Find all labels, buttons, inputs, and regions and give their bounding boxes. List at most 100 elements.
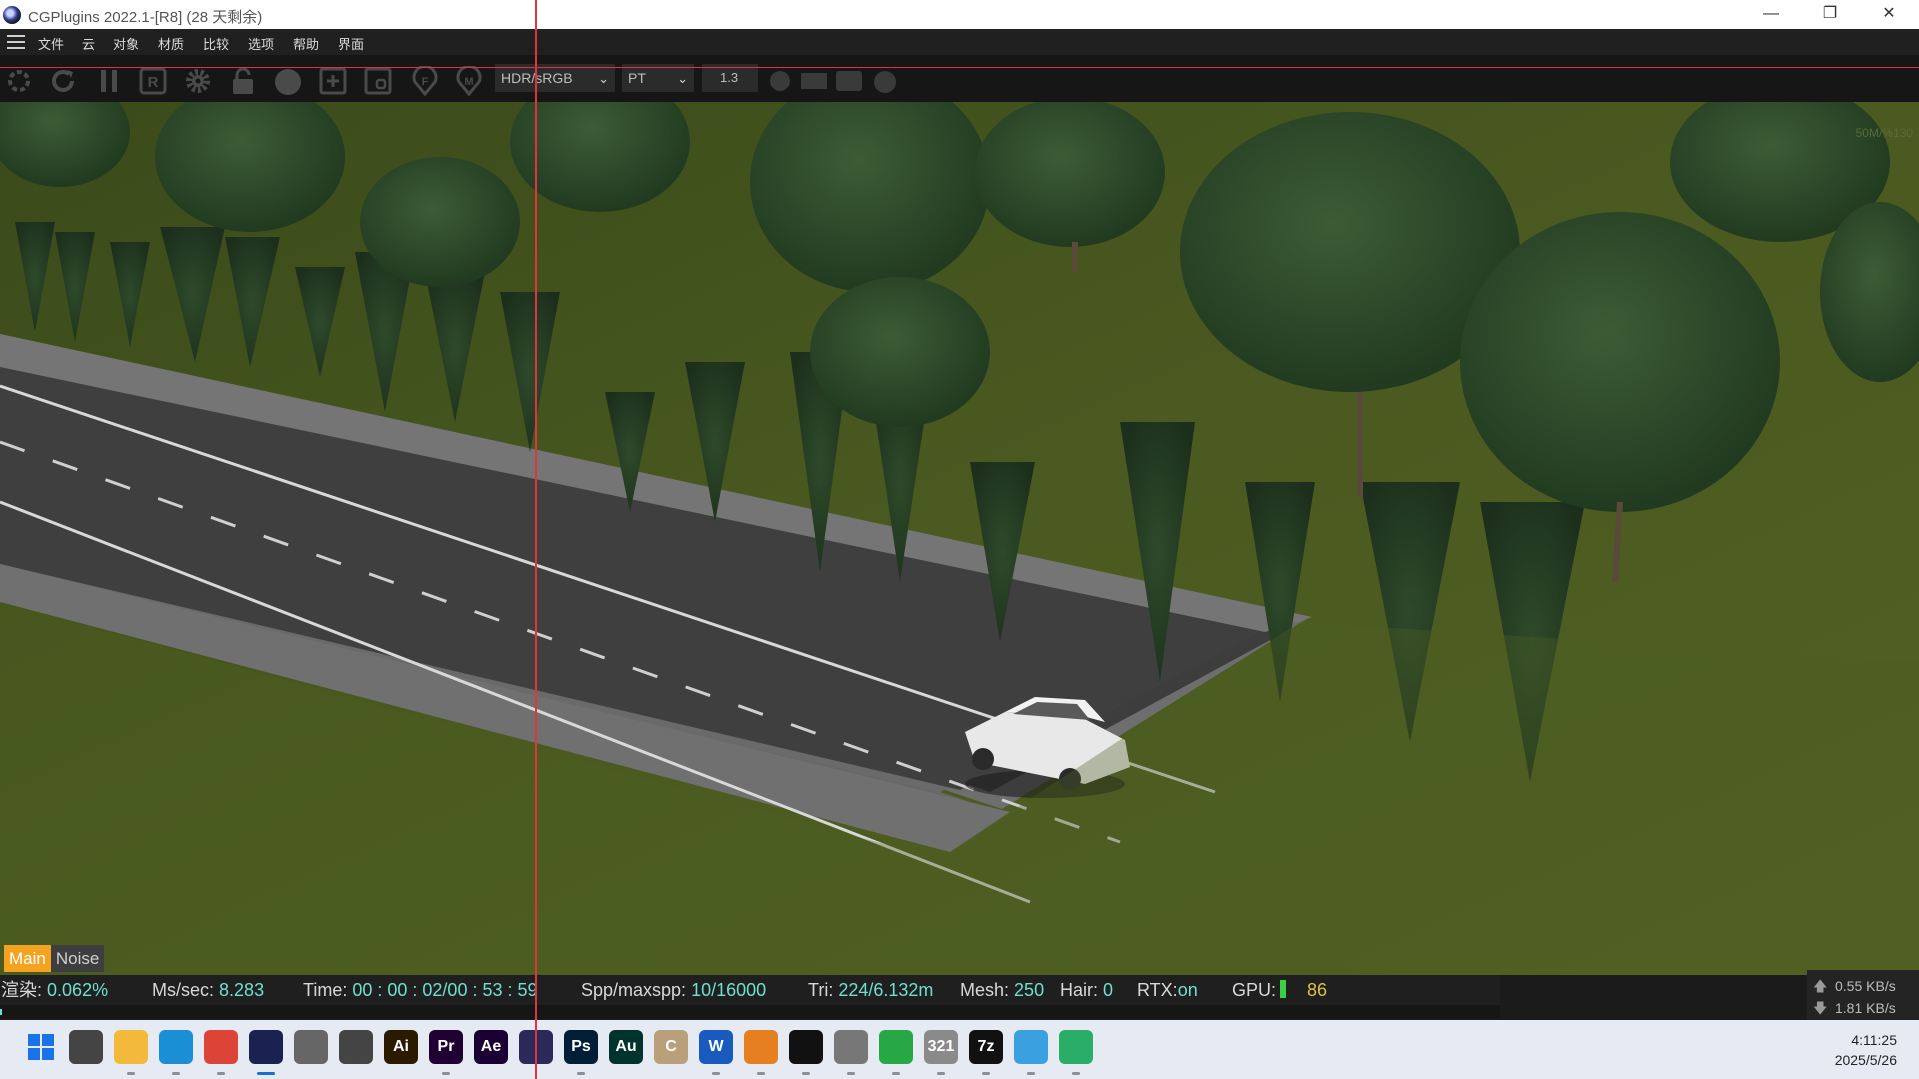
menu-compare[interactable]: 比较 [203,34,229,53]
lock-icon[interactable] [228,66,258,96]
menu-file[interactable]: 文件 [38,34,64,53]
render-progress-stat: 渲染: 0.062% [1,975,108,1005]
tri-label: Tri: [808,980,834,1000]
viewport-corner-text: 50M/%130 [1855,126,1913,140]
download-arrow-icon: 🡇 [1813,1000,1828,1016]
record-icon[interactable] [770,71,790,91]
render-start-icon[interactable] [4,66,34,96]
kernel-select[interactable]: PT ⌄ [622,64,694,92]
screen-icon[interactable] [801,73,827,89]
menu-bar: 文件 云 对象 材质 比较 选项 帮助 界面 [0,29,1919,55]
add-node-icon[interactable] [318,66,348,96]
toolbar: R F M HDR/sRGB ⌄ PT ⌄ 1.3 [0,55,1919,102]
title-bar: CGPlugins 2022.1-[R8] (28 天剩余) — ❐ ✕ [0,0,1919,29]
word-icon[interactable]: W [699,1030,733,1064]
region-render-icon[interactable]: R [138,66,168,96]
running-indicator [937,1072,945,1075]
running-indicator [1027,1072,1035,1075]
mesh-value: 250 [1014,980,1045,1000]
circle-tool-icon[interactable] [874,71,896,93]
gpu-stat: GPU: 86 [1232,975,1327,1005]
time-value: 00 : 00 : 02/00 : 53 : 59 [352,980,538,1000]
material-sphere-icon[interactable] [273,66,303,96]
value-field[interactable]: 1.3 [702,64,758,92]
time-label: Time: [303,980,348,1000]
clock-date: 2025/5/26 [1834,1052,1897,1068]
gpu-label: GPU: [1232,980,1277,1000]
hair-value: 0 [1103,980,1114,1000]
cinema4d-icon[interactable] [249,1030,283,1064]
system-clock[interactable]: 4:11:25 2025/5/26 [1835,1030,1897,1070]
menu-interface[interactable]: 界面 [338,34,364,53]
render-progress-fill [0,1009,2,1015]
running-indicator [442,1072,450,1075]
refresh-icon[interactable] [48,66,78,96]
after-effects-icon[interactable]: Ae [474,1030,508,1064]
premiere-icon[interactable]: Pr [429,1030,463,1064]
remote-desktop-icon[interactable] [879,1030,913,1064]
render-viewport[interactable]: 50M/%130 [0,102,1919,975]
task-view-icon[interactable] [69,1030,103,1064]
calendar-app-icon[interactable]: 321 [924,1030,958,1064]
running-indicator [712,1072,720,1075]
photoshop-icon[interactable]: Ps [564,1030,598,1064]
snapshot-camera-icon[interactable] [836,71,862,91]
running-indicator [847,1072,855,1075]
svg-text:M: M [464,76,473,88]
menu-help[interactable]: 帮助 [293,34,319,53]
menu-object[interactable]: 对象 [113,34,139,53]
cloud-app-icon[interactable] [1014,1030,1048,1064]
mesh-stat: Mesh: 250 [960,975,1044,1005]
settings-gear-icon[interactable] [183,66,213,96]
7zip-icon[interactable]: 7z [969,1030,1003,1064]
channel-tabs: Main Noise [4,945,105,972]
channel-tab-noise[interactable]: Noise [50,945,105,972]
render-status-bar: 渲染: 0.062% Ms/sec: 8.283 Time: 00 : 00 :… [0,975,1500,1005]
network-speed-widget: 🡅 0.55 KB/s 🡇 1.81 KB/s [1807,970,1919,1020]
file-explorer-icon[interactable] [114,1030,148,1064]
alien-app-icon[interactable] [294,1030,328,1064]
hamburger-menu-icon[interactable] [7,35,25,49]
horizontal-guide-line[interactable] [0,67,1919,68]
camera-frame-icon[interactable] [363,66,393,96]
minimize-button[interactable]: — [1741,0,1801,29]
chevron-down-icon: ⌄ [677,71,688,86]
channel-tab-main[interactable]: Main [4,945,51,972]
terminal-icon[interactable] [789,1030,823,1064]
ms-label: Ms/sec: [152,980,215,1000]
maximize-button[interactable]: ❐ [1800,0,1860,29]
edge-icon[interactable] [159,1030,193,1064]
running-indicator [172,1072,180,1075]
card-reader-icon[interactable] [834,1030,868,1064]
running-indicator [577,1072,585,1075]
vertical-guide-line[interactable] [535,0,537,1079]
audition-icon[interactable]: Au [609,1030,643,1064]
render-progress-bar [0,1005,1500,1019]
twitch-like-icon[interactable] [339,1030,373,1064]
close-button[interactable]: ✕ [1859,0,1919,29]
color-space-select[interactable]: HDR/sRGB ⌄ [495,64,615,92]
pause-icon[interactable] [95,66,125,96]
spp-stat: Spp/maxspp: 10/16000 [581,975,766,1005]
svg-text:R: R [148,74,159,91]
chrome-icon[interactable] [204,1030,238,1064]
time-stat: Time: 00 : 00 : 02/00 : 53 : 59 [303,975,538,1005]
running-indicator [982,1072,990,1075]
focus-pick-icon[interactable]: F [410,64,440,97]
render-label: 渲染: [1,980,43,1000]
menu-cloud[interactable]: 云 [82,34,95,53]
menu-options[interactable]: 选项 [248,34,274,53]
gpu-usage-bar [1280,980,1287,998]
wechat-icon[interactable] [1059,1030,1093,1064]
c-app-icon[interactable]: C [654,1030,688,1064]
start-button[interactable] [24,1030,58,1064]
material-pick-icon[interactable]: M [454,64,484,97]
running-indicator [757,1072,765,1075]
render-value: 0.062% [47,980,109,1000]
hair-label: Hair: [1060,980,1099,1000]
running-indicator [802,1072,810,1075]
menu-material[interactable]: 材质 [158,34,184,53]
mesh-label: Mesh: [960,980,1010,1000]
search-tool-icon[interactable] [744,1030,778,1064]
illustrator-icon[interactable]: Ai [384,1030,418,1064]
